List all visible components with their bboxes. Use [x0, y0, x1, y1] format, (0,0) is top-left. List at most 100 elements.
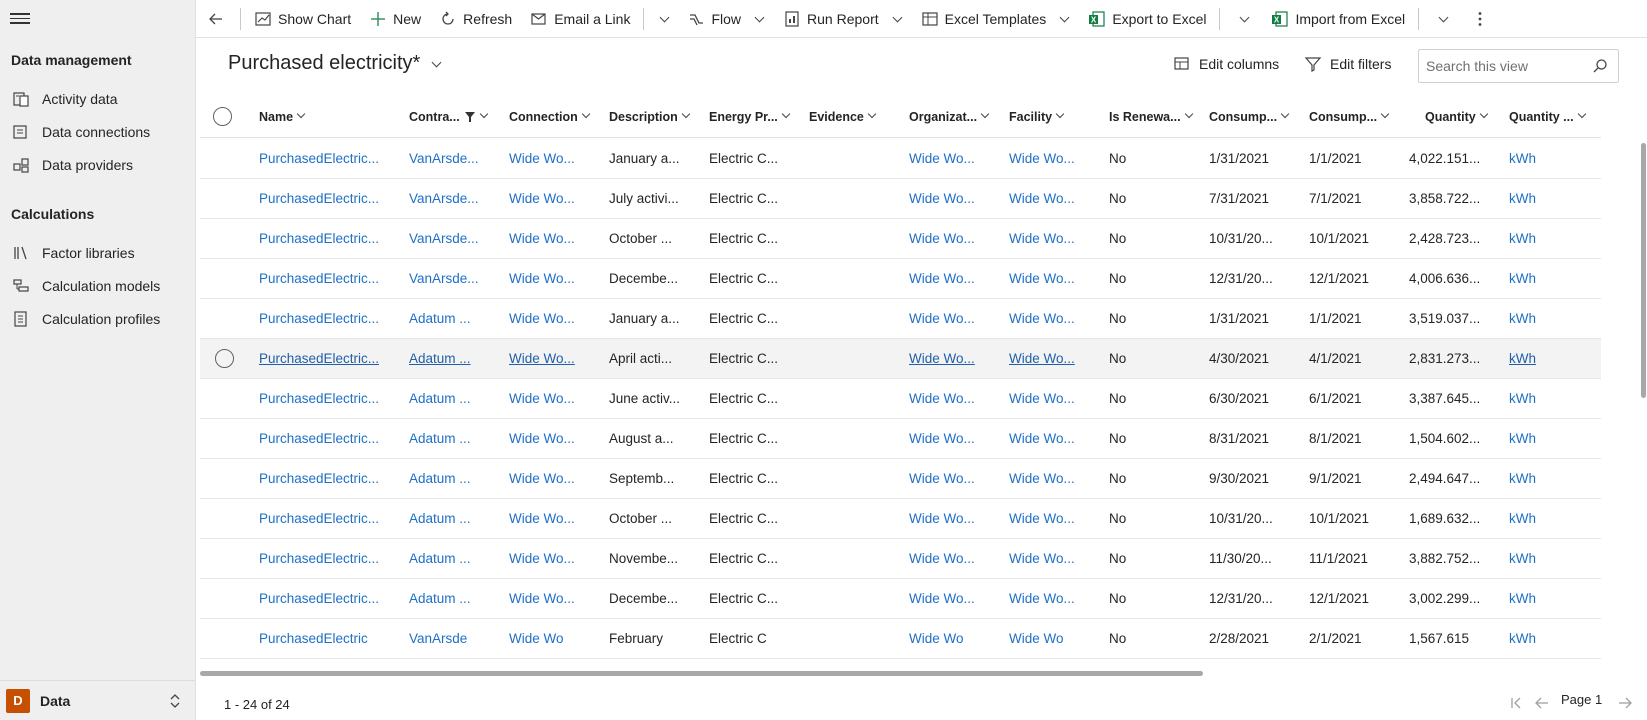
cell-facility[interactable]: Wide Wo... — [1009, 499, 1075, 539]
cell-organization[interactable]: Wide Wo... — [909, 379, 975, 419]
table-row[interactable]: PurchasedElectric... Adatum ... Wide Wo...… — [200, 459, 1601, 499]
cell-connection[interactable]: Wide Wo... — [509, 139, 575, 179]
cell-facility[interactable]: Wide Wo... — [1009, 339, 1075, 379]
cell-organization[interactable]: Wide Wo... — [909, 539, 975, 579]
cell-contract[interactable]: Adatum ... — [409, 299, 471, 339]
cell-name[interactable]: PurchasedElectric... — [259, 499, 379, 539]
cell-name[interactable]: PurchasedElectric... — [259, 139, 379, 179]
cell-contract[interactable]: VanArsde... — [409, 219, 479, 259]
table-row[interactable]: PurchasedElectric... Adatum ... Wide Wo...… — [200, 579, 1601, 619]
cell-quantity-unit[interactable]: kWh — [1509, 259, 1536, 299]
cell-contract[interactable]: Adatum ... — [409, 379, 471, 419]
cell-name[interactable]: PurchasedElectric... — [259, 299, 379, 339]
cell-name[interactable]: PurchasedElectric... — [259, 579, 379, 619]
cell-name[interactable]: PurchasedElectric... — [259, 259, 379, 299]
cell-connection[interactable]: Wide Wo... — [509, 259, 575, 299]
cell-organization[interactable]: Wide Wo... — [909, 459, 975, 499]
search-input[interactable] — [1426, 58, 1586, 74]
row-select-radio[interactable] — [215, 349, 234, 368]
cell-quantity-unit[interactable]: kWh — [1509, 579, 1536, 619]
vertical-scrollbar[interactable] — [1641, 143, 1646, 398]
run-report-button[interactable]: Run Report — [774, 0, 912, 38]
table-row[interactable]: PurchasedElectric... VanArsde... Wide Wo..… — [200, 259, 1601, 299]
column-header-consumption-end[interactable]: Consump... — [1209, 96, 1291, 138]
cell-connection[interactable]: Wide Wo... — [509, 299, 575, 339]
cell-connection[interactable]: Wide Wo — [509, 619, 564, 659]
cell-connection[interactable]: Wide Wo... — [509, 219, 575, 259]
column-header-energy-provider[interactable]: Energy Pr... — [709, 96, 792, 138]
first-page-icon[interactable] — [1508, 695, 1526, 711]
cell-quantity-unit[interactable]: kWh — [1509, 179, 1536, 219]
sidebar-item-calculation-profiles[interactable]: Calculation profiles — [0, 303, 195, 335]
column-header-organization[interactable]: Organizat... — [909, 96, 991, 138]
cell-organization[interactable]: Wide Wo... — [909, 219, 975, 259]
email-link-button[interactable]: Email a Link — [521, 0, 639, 38]
import-excel-button[interactable]: X Import from Excel — [1262, 0, 1414, 38]
sidebar-item-data-providers[interactable]: Data providers — [0, 149, 195, 181]
cell-connection[interactable]: Wide Wo... — [509, 499, 575, 539]
export-excel-button[interactable]: X Export to Excel — [1079, 0, 1215, 38]
sidebar-item-factor-libraries[interactable]: Factor libraries — [0, 237, 195, 269]
cell-name[interactable]: PurchasedElectric... — [259, 539, 379, 579]
table-row[interactable]: PurchasedElectric... Adatum ... Wide Wo...… — [200, 499, 1601, 539]
column-header-is-renewable[interactable]: Is Renewa... — [1109, 96, 1195, 138]
table-row[interactable]: PurchasedElectric... Adatum ... Wide Wo...… — [200, 419, 1601, 459]
area-switcher[interactable]: D Data — [0, 680, 195, 720]
cell-quantity-unit[interactable]: kWh — [1509, 499, 1536, 539]
column-header-contract[interactable]: Contra... — [409, 96, 490, 138]
cell-quantity-unit[interactable]: kWh — [1509, 619, 1536, 659]
cell-contract[interactable]: VanArsde... — [409, 139, 479, 179]
more-share-dropdown[interactable] — [648, 0, 678, 38]
cell-quantity-unit[interactable]: kWh — [1509, 299, 1536, 339]
cell-organization[interactable]: Wide Wo... — [909, 419, 975, 459]
cell-facility[interactable]: Wide Wo... — [1009, 139, 1075, 179]
cell-contract[interactable]: VanArsde... — [409, 179, 479, 219]
cell-name[interactable]: PurchasedElectric... — [259, 339, 379, 379]
cell-connection[interactable]: Wide Wo... — [509, 579, 575, 619]
cell-organization[interactable]: Wide Wo... — [909, 139, 975, 179]
table-row[interactable]: PurchasedElectric... VanArsde... Wide Wo..… — [200, 139, 1601, 179]
cell-quantity-unit[interactable]: kWh — [1509, 539, 1536, 579]
cell-facility[interactable]: Wide Wo... — [1009, 299, 1075, 339]
search-icon[interactable] — [1592, 58, 1608, 74]
previous-page-icon[interactable] — [1533, 695, 1551, 711]
next-page-icon[interactable] — [1616, 695, 1634, 711]
table-row[interactable]: PurchasedElectric... Adatum ... Wide Wo...… — [200, 339, 1601, 379]
view-selector[interactable]: Purchased electricity* — [228, 52, 442, 75]
cell-connection[interactable]: Wide Wo... — [509, 419, 575, 459]
cell-facility[interactable]: Wide Wo... — [1009, 539, 1075, 579]
cell-contract[interactable]: Adatum ... — [409, 499, 471, 539]
table-row[interactable]: PurchasedElectric... Adatum ... Wide Wo...… — [200, 379, 1601, 419]
cell-facility[interactable]: Wide Wo... — [1009, 459, 1075, 499]
cell-facility[interactable]: Wide Wo... — [1009, 219, 1075, 259]
cell-name[interactable]: PurchasedElectric... — [259, 419, 379, 459]
refresh-button[interactable]: Refresh — [430, 0, 521, 38]
cell-organization[interactable]: Wide Wo... — [909, 339, 975, 379]
cell-connection[interactable]: Wide Wo... — [509, 459, 575, 499]
cell-facility[interactable]: Wide Wo — [1009, 619, 1064, 659]
column-header-name[interactable]: Name — [259, 96, 307, 138]
cell-name[interactable]: PurchasedElectric — [259, 619, 368, 659]
cell-quantity-unit[interactable]: kWh — [1509, 459, 1536, 499]
column-header-facility[interactable]: Facility — [1009, 96, 1066, 138]
cell-name[interactable]: PurchasedElectric... — [259, 219, 379, 259]
sidebar-item-data-connections[interactable]: Data connections — [0, 116, 195, 148]
cell-organization[interactable]: Wide Wo... — [909, 179, 975, 219]
cell-quantity-unit[interactable]: kWh — [1509, 339, 1536, 379]
cell-contract[interactable]: Adatum ... — [409, 339, 471, 379]
cell-organization[interactable]: Wide Wo... — [909, 579, 975, 619]
column-header-quantity[interactable]: Quantity — [1425, 96, 1490, 138]
new-button[interactable]: New — [360, 0, 430, 38]
cell-contract[interactable]: VanArsde... — [409, 259, 479, 299]
horizontal-scrollbar[interactable] — [200, 671, 1203, 676]
cell-facility[interactable]: Wide Wo... — [1009, 379, 1075, 419]
edit-columns-button[interactable]: Edit columns — [1173, 55, 1279, 73]
column-header-evidence[interactable]: Evidence — [809, 96, 878, 138]
show-chart-button[interactable]: Show Chart — [245, 0, 360, 38]
cell-contract[interactable]: Adatum ... — [409, 539, 471, 579]
hamburger-menu-icon[interactable] — [10, 10, 30, 26]
column-header-consumption-start[interactable]: Consump... — [1309, 96, 1391, 138]
cell-facility[interactable]: Wide Wo... — [1009, 419, 1075, 459]
table-row[interactable]: PurchasedElectric... VanArsde... Wide Wo..… — [200, 219, 1601, 259]
select-all-radio[interactable] — [213, 107, 232, 126]
